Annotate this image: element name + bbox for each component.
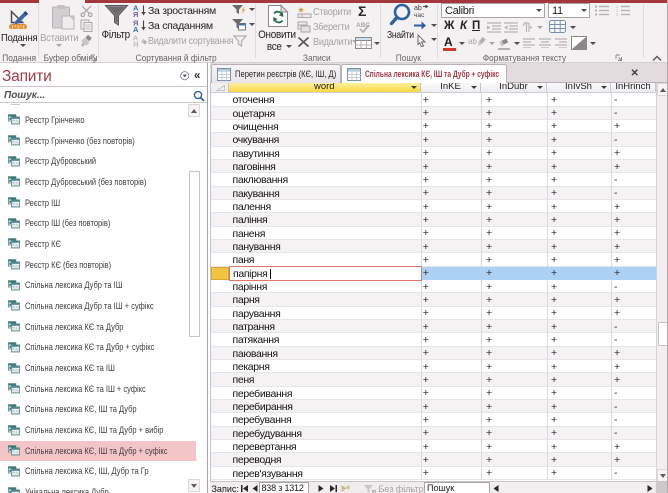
svg-text:Я: Я [133,40,138,47]
svg-text:ab: ab [468,37,477,46]
svg-text:час: час [414,12,425,17]
svg-text:3: 3 [616,12,619,16]
svg-text:Я: Я [133,10,138,17]
svg-text:ab: ab [414,5,422,12]
svg-text:А: А [133,25,139,32]
